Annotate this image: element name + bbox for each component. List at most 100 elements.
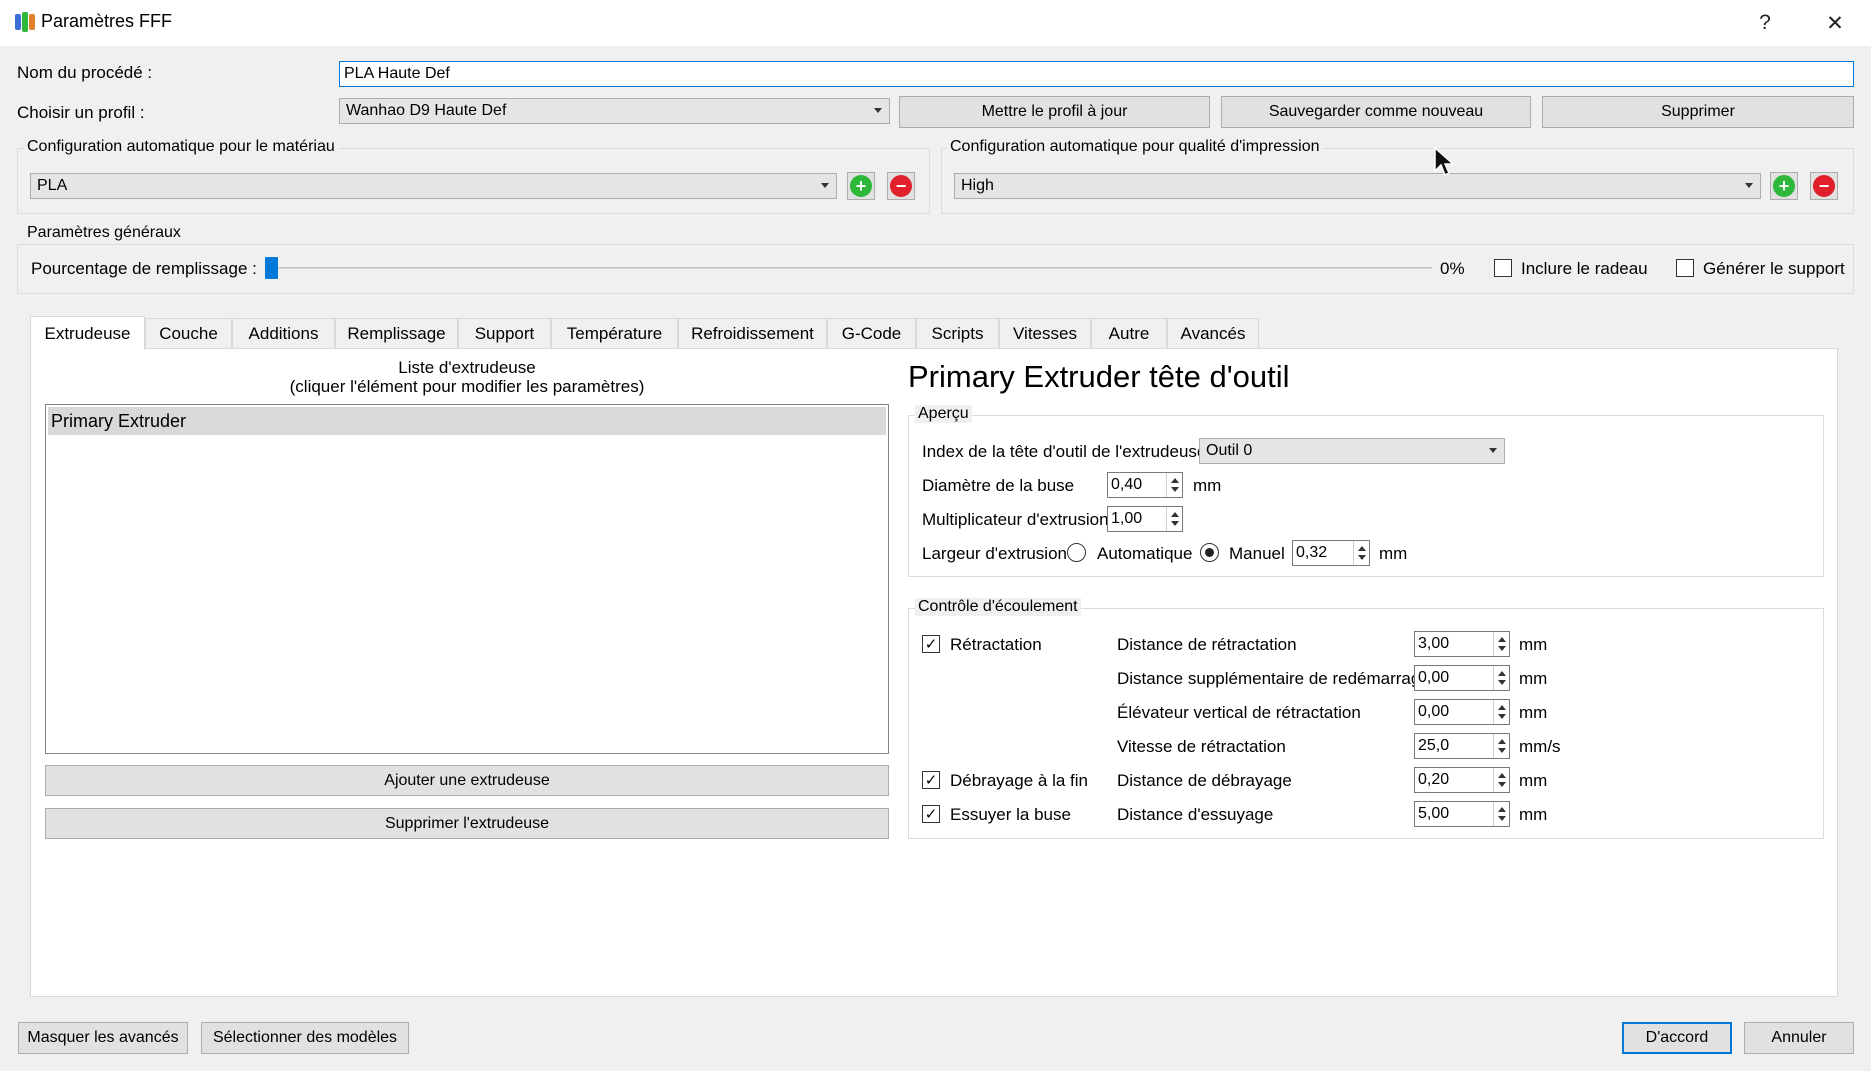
support-checkbox[interactable] [1676,259,1694,277]
tab-support[interactable]: Support [458,318,551,348]
spin-buttons[interactable] [1166,507,1182,531]
tab-refroidissement[interactable]: Refroidissement [678,318,827,348]
profile-select[interactable]: Wanhao D9 Haute Def [339,98,890,124]
retraction-lift-value: 0,00 [1418,703,1450,720]
tab-remplissage[interactable]: Remplissage [335,318,458,348]
radio-dot [1205,548,1214,557]
coast-distance-spinbox[interactable]: 0,20 [1414,767,1510,793]
tab-extrudeuse[interactable]: Extrudeuse [30,316,145,350]
retraction-speed-spinbox[interactable]: 25,0 [1414,733,1510,759]
process-name-input[interactable]: PLA Haute Def [339,61,1854,87]
hide-advanced-button[interactable]: Masquer les avancés [18,1022,188,1054]
tool-index-value: Outil 0 [1206,442,1253,459]
tab-temperature[interactable]: Température [551,318,678,348]
help-button[interactable]: ? [1742,4,1788,42]
extra-restart-distance-spinbox[interactable]: 0,00 [1414,665,1510,691]
remove-material-button[interactable]: − [887,172,915,200]
tab-autre[interactable]: Autre [1091,318,1167,348]
title-bar [0,0,1871,46]
spin-buttons[interactable] [1493,700,1509,724]
arrow-down-icon [1498,714,1506,719]
extra-restart-distance-unit: mm [1519,669,1548,688]
spin-buttons[interactable] [1353,541,1369,565]
list-item[interactable]: Primary Extruder [48,407,886,435]
wipe-label: Essuyer la buse [950,805,1071,824]
extrusion-multiplier-label: Multiplicateur d'extrusion [922,510,1109,529]
wipe-checkbox[interactable]: ✓ [922,805,940,823]
nozzle-diameter-spinbox[interactable]: 0,40 [1107,472,1183,498]
tool-index-select[interactable]: Outil 0 [1199,438,1505,464]
raft-label: Inclure le radeau [1521,259,1648,278]
cancel-button[interactable]: Annuler [1744,1022,1854,1054]
delete-profile-button[interactable]: Supprimer [1542,96,1854,128]
retraction-lift-label: Élévateur vertical de rétractation [1117,703,1361,722]
save-as-new-button[interactable]: Sauvegarder comme nouveau [1221,96,1531,128]
material-select[interactable]: PLA [30,173,837,199]
auto-material-title: Configuration automatique pour le matéri… [24,138,338,156]
add-extruder-button[interactable]: Ajouter une extrudeuse [45,765,889,796]
chevron-down-icon [874,108,882,113]
checkmark-icon: ✓ [924,805,938,823]
select-models-button[interactable]: Sélectionner des modèles [201,1022,409,1054]
remove-quality-button[interactable]: − [1810,172,1838,200]
retraction-checkbox[interactable]: ✓ [922,635,940,653]
tab-additions[interactable]: Additions [232,318,335,348]
ok-button[interactable]: D'accord [1622,1022,1732,1054]
infill-slider-handle[interactable] [265,257,278,279]
spin-buttons[interactable] [1493,734,1509,758]
arrow-down-icon [1358,555,1366,560]
wipe-distance-label: Distance d'essuyage [1117,805,1274,824]
spin-buttons[interactable] [1493,666,1509,690]
auto-quality-title: Configuration automatique pour qualité d… [947,138,1323,156]
retraction-speed-unit: mm/s [1519,737,1561,756]
spin-buttons[interactable] [1493,768,1509,792]
width-manual-radio[interactable] [1200,543,1219,562]
raft-checkbox[interactable] [1494,259,1512,277]
spin-buttons[interactable] [1166,473,1182,497]
extruder-list-header: Liste d'extrudeuse [398,358,536,377]
wipe-distance-spinbox[interactable]: 5,00 [1414,801,1510,827]
nozzle-diameter-label: Diamètre de la buse [922,476,1075,495]
width-auto-radio[interactable] [1067,543,1086,562]
retraction-distance-spinbox[interactable]: 3,00 [1414,631,1510,657]
remove-extruder-button[interactable]: Supprimer l'extrudeuse [45,808,889,839]
width-manual-label: Manuel [1229,544,1285,563]
minus-icon: − [890,175,912,197]
quality-select[interactable]: High [954,173,1761,199]
coast-distance-value: 0,20 [1418,771,1450,788]
tab-scripts[interactable]: Scripts [916,318,999,348]
add-material-button[interactable]: + [847,172,875,200]
arrow-up-icon [1498,637,1506,642]
retraction-lift-spinbox[interactable]: 0,00 [1414,699,1510,725]
add-quality-button[interactable]: + [1770,172,1798,200]
coast-checkbox[interactable]: ✓ [922,771,940,789]
extrusion-width-spinbox[interactable]: 0,32 [1292,540,1370,566]
chevron-down-icon [1489,448,1497,453]
general-settings-title: Paramètres généraux [24,224,184,242]
update-profile-button[interactable]: Mettre le profil à jour [899,96,1210,128]
tab-couche[interactable]: Couche [145,318,232,348]
extra-restart-distance-value: 0,00 [1418,669,1450,686]
infill-slider-track[interactable] [266,267,1432,269]
extrusion-width-unit: mm [1379,544,1408,563]
coast-distance-label: Distance de débrayage [1117,771,1292,790]
extruder-list[interactable]: Primary Extruder [45,404,889,754]
tab-vitesses[interactable]: Vitesses [999,318,1091,348]
extrusion-width-label: Largeur d'extrusion [922,544,1067,563]
extruder-list-hint: (cliquer l'élément pour modifier les par… [289,377,645,396]
profile-label: Choisir un profil : [17,103,145,122]
spin-buttons[interactable] [1493,802,1509,826]
minus-icon: − [1813,175,1835,197]
tab-avances[interactable]: Avancés [1167,318,1259,348]
tab-gcode[interactable]: G-Code [827,318,916,348]
arrow-down-icon [1498,748,1506,753]
flow-control-title: Contrôle d'écoulement [915,598,1081,616]
process-name-label: Nom du procédé : [17,63,153,82]
plus-icon: + [850,175,872,197]
spin-buttons[interactable] [1493,632,1509,656]
extrusion-width-value: 0,32 [1296,544,1328,561]
arrow-up-icon [1498,739,1506,744]
close-button[interactable]: ✕ [1812,4,1858,42]
close-icon: ✕ [1826,11,1844,35]
extrusion-multiplier-spinbox[interactable]: 1,00 [1107,506,1183,532]
